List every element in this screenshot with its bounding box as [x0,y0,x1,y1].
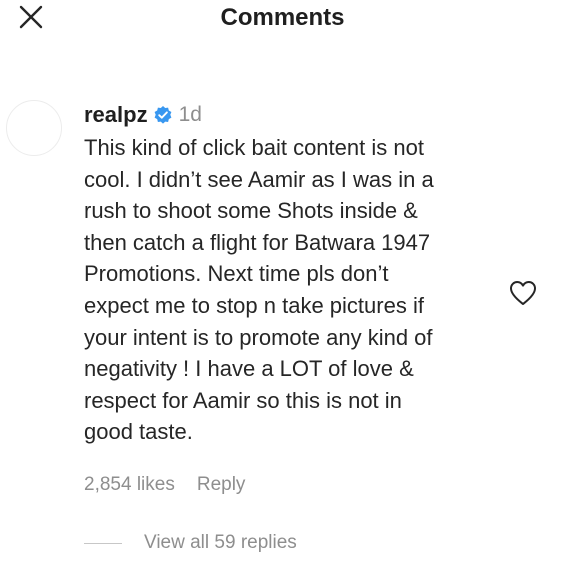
replies-divider [84,542,122,544]
comment-text-line: Promotions. Next time pls don’t [84,261,389,287]
comments-header: Comments [0,0,565,40]
comment-meta: 2,854 likes Reply [84,474,245,496]
comment-text-line: This kind of click bait content is not [84,135,424,160]
verified-badge-icon [153,105,173,125]
reply-button[interactable]: Reply [197,474,246,496]
comment-text-line: your intent is to promote any kind of [84,324,433,350]
comment-username[interactable]: realpz [84,102,148,128]
like-button[interactable] [508,279,538,307]
comment-text-line: rush to shoot some Shots inside & [84,198,418,224]
comment-text-line: negativity ! I have a LOT of love & [84,356,414,382]
comment-text-line: cool. I didn’t see Aamir as I was in a [84,166,434,192]
heart-outline-icon [510,281,536,305]
comment-text-line: expect me to stop n take pictures if [84,292,424,318]
comment-text-line: then catch a flight for Batwara 1947 [84,229,431,255]
view-replies-label: View all 59 replies [144,532,297,553]
likes-count[interactable]: 2,854 likes [84,474,175,496]
comment-header: realpz 1d [84,100,202,130]
comment-text-line: good taste. [84,419,193,445]
avatar[interactable] [6,100,62,156]
comment-text: This kind of click bait content is not c… [84,132,496,448]
comment-text-line: respect for Aamir so this is not in [84,387,402,413]
page-title: Comments [220,4,345,31]
comment-timestamp: 1d [178,103,202,126]
view-replies-button[interactable]: View all 59 replies [84,532,297,554]
